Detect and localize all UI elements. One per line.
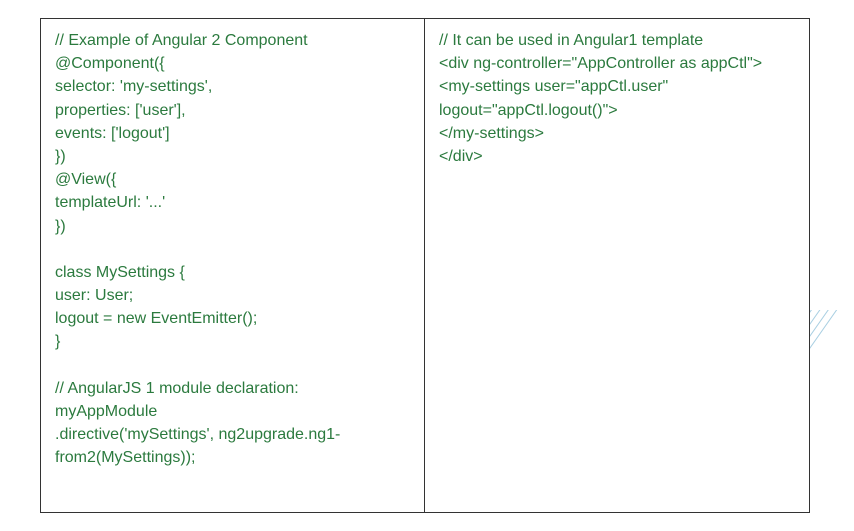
code-line: @View({ [55,168,410,191]
code-line: events: ['logout'] [55,122,410,145]
code-line: @Component({ [55,52,410,75]
code-line: }) [55,215,410,238]
code-line [55,354,410,377]
code-line: // Example of Angular 2 Component [55,29,410,52]
code-line: <my-settings user="appCtl.user" logout="… [439,75,795,121]
code-line: // It can be used in Angular1 template [439,29,795,52]
code-line: class MySettings { [55,261,410,284]
code-line: user: User; [55,284,410,307]
code-line: } [55,330,410,353]
code-line: properties: ['user'], [55,99,410,122]
code-line: <div ng-controller="AppController as app… [439,52,795,75]
code-line: </my-settings> [439,122,795,145]
code-line: </div> [439,145,795,168]
decorative-hatch [809,310,854,420]
right-column: // It can be used in Angular1 template <… [425,19,809,512]
code-line [55,238,410,261]
code-line: selector: 'my-settings', [55,75,410,98]
code-line: .directive('mySettings', ng2upgrade.ng1-… [55,423,410,469]
code-line: }) [55,145,410,168]
left-column: // Example of Angular 2 Component @Compo… [41,19,425,512]
code-line: templateUrl: '...' [55,191,410,214]
code-line: // AngularJS 1 module declaration: [55,377,410,400]
code-line: logout = new EventEmitter(); [55,307,410,330]
code-line: myAppModule [55,400,410,423]
code-table: // Example of Angular 2 Component @Compo… [40,18,810,513]
